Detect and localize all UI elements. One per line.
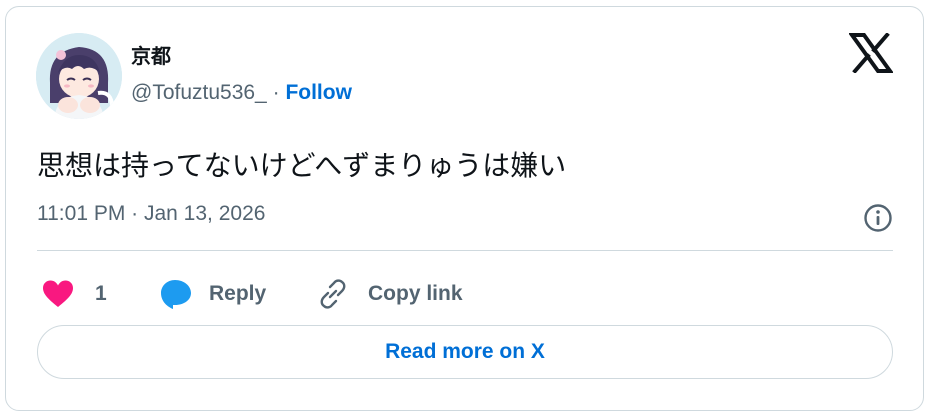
tweet-timestamp[interactable]: 11:01 PM · Jan 13, 2026 [37,202,265,226]
read-more-button[interactable]: Read more on X [37,325,893,379]
separator-dot: · [272,81,280,104]
like-button[interactable]: 1 [41,272,107,316]
divider [37,250,893,251]
copy-link-button[interactable]: Copy link [316,272,463,316]
reply-button[interactable]: Reply [159,272,266,316]
avatar-image [36,33,122,119]
tweet-text: 思想は持ってないけどへずまりゅうは嫌い [37,149,567,182]
avatar[interactable] [36,33,122,119]
link-icon [320,279,346,309]
action-bar: 1 Reply Copy link [37,272,637,316]
heart-icon [43,280,73,307]
like-count: 1 [95,282,107,305]
x-logo-icon[interactable] [849,33,893,73]
speech-bubble-icon [161,280,191,309]
reply-label: Reply [209,282,267,305]
tweet-embed-card: 京都 @Tofuztu536_ · Follow 思想は持ってないけどへずまりゅ… [5,6,924,411]
copy-link-label: Copy link [368,282,463,305]
author-display-name[interactable]: 京都 [131,40,171,69]
follow-button[interactable]: Follow [285,81,352,104]
info-icon[interactable] [863,203,893,233]
author-handle-row: @Tofuztu536_ · Follow [131,81,352,105]
author-handle[interactable]: @Tofuztu536_ [131,81,267,104]
